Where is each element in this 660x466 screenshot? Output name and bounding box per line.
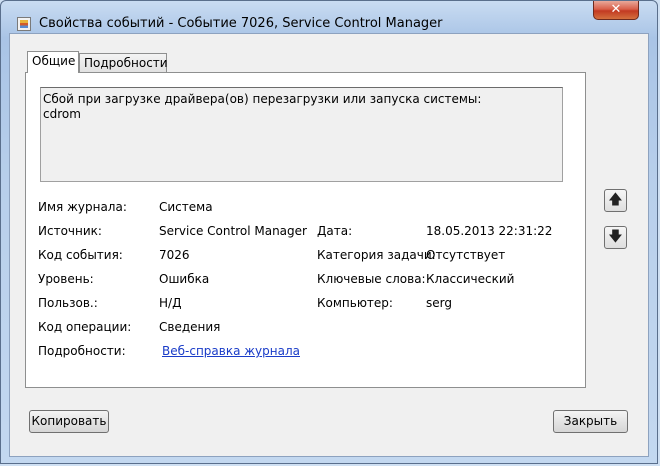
event-log-online-help-link[interactable]: Веб-справка журнала [162,344,300,358]
event-viewer-icon [17,17,31,31]
title-bar[interactable]: Свойства событий - Событие 7026, Service… [1,1,657,33]
description-line: Сбой при загрузке драйвера(ов) перезагру… [43,92,482,106]
source-label: Источник: [38,224,102,238]
general-tab-panel: Сбой при загрузке драйвера(ов) перезагру… [25,72,586,388]
task-category-label: Категория задачи: [317,248,436,262]
task-category-value: Отсутствует [426,248,506,262]
log-name-label: Имя журнала: [38,200,127,214]
computer-label: Компьютер: [317,296,393,310]
previous-event-button[interactable]: 🡅 [604,189,627,212]
date-label: Дата: [317,224,353,238]
description-line: cdrom [43,107,81,121]
opcode-label: Код операции: [38,320,132,334]
close-button[interactable]: Закрыть [553,410,628,433]
event-id-value: 7026 [159,248,190,262]
window-close-button[interactable]: ✕ [593,1,639,20]
dialog-client-area: Общие Подробности Сбой при загрузке драй… [9,33,649,457]
next-event-button[interactable]: 🡇 [604,226,627,249]
tab-general[interactable]: Общие [27,51,79,73]
event-id-label: Код события: [38,248,123,262]
window-title: Свойства событий - Событие 7026, Service… [39,16,443,31]
event-properties-window: Свойства событий - Событие 7026, Service… [0,0,658,464]
level-value: Ошибка [159,272,210,286]
tab-details[interactable]: Подробности [79,53,168,73]
user-label: Пользов.: [38,296,98,310]
opcode-value: Сведения [159,320,221,334]
arrow-down-icon: 🡇 [608,229,623,245]
keywords-label: Ключевые слова: [317,272,426,286]
copy-button[interactable]: Копировать [29,410,109,433]
date-value: 18.05.2013 22:31:22 [426,224,553,238]
computer-value: serg [426,296,452,310]
log-name-value: Система [159,200,213,214]
level-label: Уровень: [38,272,94,286]
keywords-value: Классический [426,272,515,286]
event-description-box[interactable]: Сбой при загрузке драйвера(ов) перезагру… [40,87,563,182]
more-info-label: Подробности: [38,344,126,358]
source-value: Service Control Manager [159,224,307,238]
arrow-up-icon: 🡅 [608,192,623,208]
user-value: Н/Д [159,296,182,310]
